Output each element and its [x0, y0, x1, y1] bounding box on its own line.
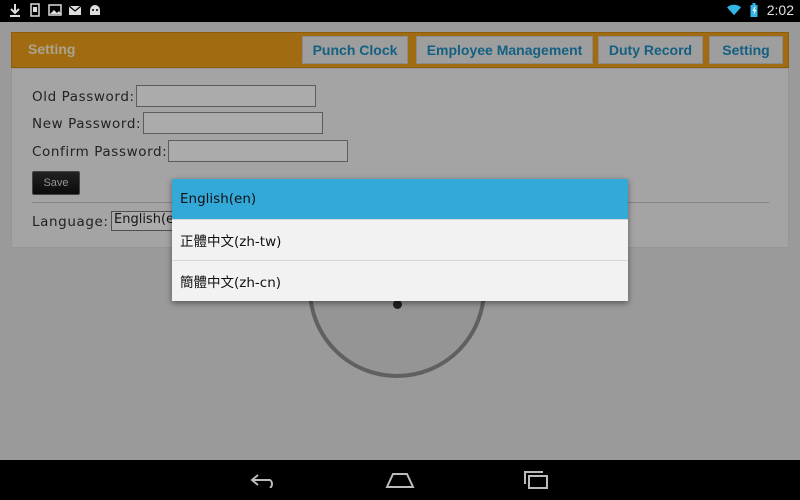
mail-icon: [68, 3, 82, 17]
download-icon: [8, 3, 22, 17]
system-status: 2:02: [726, 2, 794, 18]
image-icon: [48, 3, 62, 17]
wifi-icon: [726, 3, 741, 17]
language-option-zh-tw[interactable]: 正體中文(zh-tw): [172, 220, 628, 260]
recent-apps-icon[interactable]: [516, 468, 556, 492]
clock-time: 2:02: [766, 2, 794, 18]
battery-icon: [747, 3, 761, 17]
notification-icons: [8, 3, 102, 17]
language-option-english[interactable]: English(en): [172, 179, 628, 219]
app-window: Setting Punch Clock Employee Management …: [0, 22, 800, 460]
back-icon[interactable]: [245, 468, 285, 492]
android-icon: [88, 3, 102, 17]
language-option-zh-cn[interactable]: 簡體中文(zh-cn): [172, 261, 628, 301]
home-icon[interactable]: [380, 468, 420, 492]
status-bar: 2:02: [0, 0, 800, 22]
navigation-bar: [0, 460, 800, 500]
sd-card-icon: [28, 3, 42, 17]
language-popup: English(en) 正體中文(zh-tw) 簡體中文(zh-cn): [172, 179, 628, 301]
